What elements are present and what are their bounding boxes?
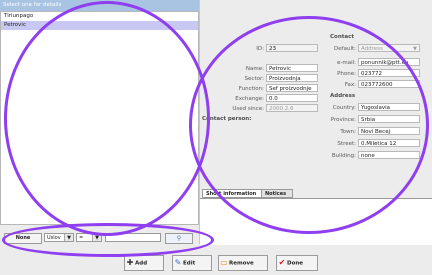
address-section-label: Address: [330, 93, 356, 99]
function-field[interactable]: Sef proizvodnje: [266, 84, 318, 92]
tab-notices[interactable]: Notices: [261, 189, 293, 198]
chevron-down-icon: ▼: [64, 234, 73, 241]
sector-label: Sector:: [244, 76, 264, 82]
pencil-icon: ✎: [174, 258, 182, 267]
id-label: ID:: [256, 46, 264, 52]
filter-text-input[interactable]: [105, 233, 161, 242]
name-label: Name:: [245, 66, 264, 72]
fax-label: Fax:: [344, 82, 356, 88]
default-value: Address: [361, 46, 383, 52]
filter-operator-select[interactable]: = ▼: [76, 233, 102, 242]
id-field: 23: [266, 44, 318, 52]
search-button[interactable]: ⚲: [165, 233, 193, 244]
done-button[interactable]: ✔ Done: [276, 255, 318, 271]
contact-section-label: Contact: [330, 34, 354, 40]
search-icon: ⚲: [176, 235, 182, 242]
province-field[interactable]: Srbia: [358, 115, 420, 123]
action-bar: ✚ Add ✎ Edit ▭Remove ✔ Done: [0, 252, 432, 275]
email-label: e-mail:: [336, 60, 356, 66]
exchange-label: Exchange:: [235, 96, 264, 102]
tab-short-information[interactable]: Short information: [202, 189, 262, 198]
checkmark-icon: ✔: [278, 258, 286, 267]
tab-content: [200, 198, 432, 245]
function-label: Function:: [238, 86, 264, 92]
add-button-label: Add: [135, 260, 148, 267]
used-since-field[interactable]: 2000.2.6: [266, 104, 318, 112]
add-button[interactable]: ✚ Add: [124, 255, 164, 271]
remove-button[interactable]: ▭Remove: [218, 255, 268, 271]
list-item-selected[interactable]: Petrovic: [1, 21, 198, 30]
sector-field[interactable]: Proizvodnja: [266, 74, 318, 82]
country-field[interactable]: Yugoslavia: [358, 103, 420, 111]
list-item[interactable]: Tiriunpago: [1, 12, 198, 21]
edit-button[interactable]: ✎ Edit: [172, 255, 212, 271]
folder-icon: ▭: [220, 258, 228, 267]
fax-field[interactable]: 023772600: [358, 80, 420, 88]
contact-person-label: Contact person:: [202, 116, 252, 122]
used-since-label: Used since:: [232, 106, 264, 112]
list-header: Select one for details: [0, 0, 199, 11]
filter-operator-value: =: [79, 235, 84, 241]
chevron-down-icon: ▼: [413, 46, 417, 52]
details-panel: ID: 23 Name: Petrovic Sector: Proizvodnj…: [200, 0, 432, 245]
building-field[interactable]: none: [358, 151, 420, 159]
remove-button-label: Remove: [229, 260, 254, 267]
exchange-field[interactable]: 0.0: [266, 94, 318, 102]
country-label: Country:: [332, 105, 356, 111]
used-since-value: 2000.2.6: [269, 106, 294, 112]
edit-button-label: Edit: [183, 260, 196, 267]
province-label: Province:: [330, 117, 356, 123]
add-icon: ✚: [126, 258, 134, 267]
town-field[interactable]: Novi Becej: [358, 127, 420, 135]
phone-label: Phone:: [337, 71, 356, 77]
street-label: Street:: [337, 141, 356, 147]
email-field[interactable]: ponunnik@ptt.eu: [358, 58, 420, 66]
record-list-panel: Select one for details Tiriunpago Petrov…: [0, 0, 200, 244]
done-button-label: Done: [287, 260, 303, 267]
default-label: Default:: [334, 46, 356, 52]
phone-field[interactable]: 023772: [358, 69, 420, 77]
filter-bar: None Uslov ▼ = ▼ ⚲: [0, 231, 199, 244]
filter-field-value: Uslov: [47, 235, 61, 241]
default-select[interactable]: Address ▼: [358, 44, 420, 52]
street-field[interactable]: 0.Miletica 12: [358, 139, 420, 147]
town-label: Town:: [340, 129, 356, 135]
none-button[interactable]: None: [4, 233, 42, 244]
chevron-down-icon: ▼: [92, 234, 101, 241]
building-label: Building:: [331, 153, 356, 159]
details-form: ID: 23 Name: Petrovic Sector: Proizvodnj…: [200, 8, 432, 186]
filter-field-select[interactable]: Uslov ▼: [44, 233, 74, 242]
record-list[interactable]: Tiriunpago Petrovic: [0, 11, 199, 225]
name-field[interactable]: Petrovic: [266, 64, 318, 72]
